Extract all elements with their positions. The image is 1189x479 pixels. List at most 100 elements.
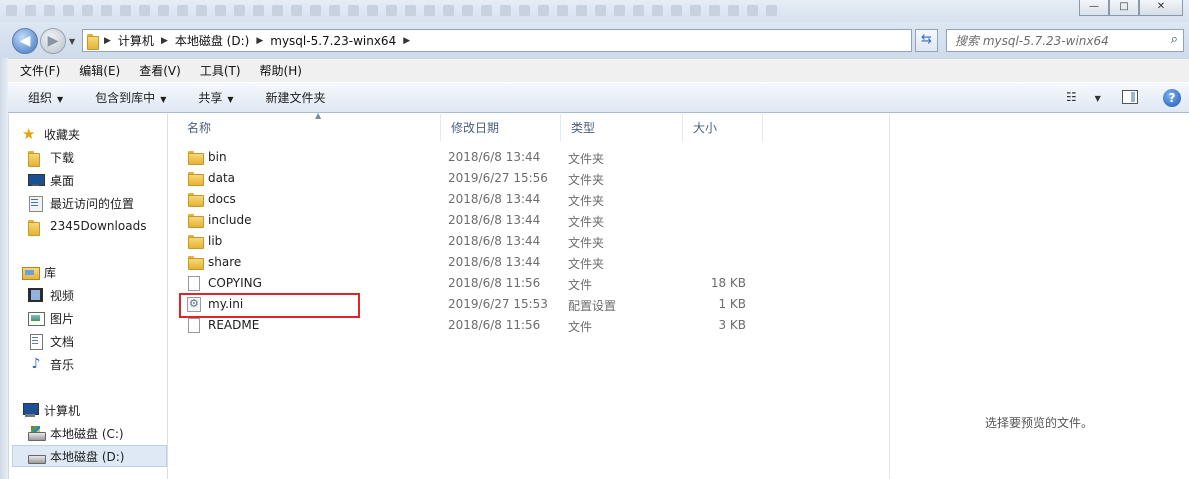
- menu-tools[interactable]: 工具(T): [188, 62, 248, 79]
- organize-button[interactable]: 组织 ▼: [8, 89, 75, 106]
- help-button[interactable]: ?: [1163, 89, 1181, 107]
- sidebar-label: 2345Downloads: [50, 219, 147, 233]
- menu-edit[interactable]: 编辑(E): [67, 62, 127, 79]
- picture-icon: [28, 311, 45, 326]
- column-header-name[interactable]: ▲ 名称: [177, 111, 441, 141]
- computer-icon: [22, 403, 39, 417]
- sidebar-item-music[interactable]: ♪ 音乐: [28, 353, 186, 375]
- sidebar-label: 图片: [50, 311, 75, 326]
- organize-label: 组织: [28, 91, 53, 105]
- file-name: COPYING: [208, 276, 262, 290]
- sidebar-item-desktop[interactable]: 桌面: [28, 169, 186, 191]
- file-row-docs[interactable]: docs 2018/6/8 13:44 文件夹: [177, 189, 762, 210]
- file-row-data[interactable]: data 2019/6/27 15:56 文件夹: [177, 168, 762, 189]
- file-type: 文件: [568, 278, 593, 292]
- column-header-size[interactable]: 大小: [683, 114, 763, 141]
- file-row-readme[interactable]: README 2018/6/8 11:56 文件 3 KB: [177, 315, 762, 336]
- share-label: 共享: [198, 91, 223, 105]
- breadcrumb-arrow-icon[interactable]: ▶: [161, 36, 168, 46]
- file-date: 2018/6/8 13:44: [448, 255, 541, 269]
- column-header-date[interactable]: 修改日期: [441, 114, 561, 141]
- file-row-copying[interactable]: COPYING 2018/6/8 11:56 文件 18 KB: [177, 273, 762, 294]
- chevron-down-icon: ▼: [57, 95, 64, 104]
- downloads-folder-icon: [28, 150, 44, 167]
- view-options-button[interactable]: ☷ ▼: [1066, 90, 1101, 104]
- file-row-lib[interactable]: lib 2018/6/8 13:44 文件夹: [177, 231, 762, 252]
- address-bar[interactable]: ▶ 计算机 ▶ 本地磁盘 (D:) ▶ mysql-5.7.23-winx64 …: [82, 29, 912, 52]
- new-folder-button[interactable]: 新建文件夹: [246, 89, 338, 106]
- chevron-down-icon: ▼: [227, 95, 234, 104]
- menu-bar: 文件(F) 编辑(E) 查看(V) 工具(T) 帮助(H): [8, 58, 1189, 82]
- folder-icon: [188, 150, 204, 165]
- menu-help[interactable]: 帮助(H): [248, 62, 309, 79]
- close-button[interactable]: ✕: [1139, 0, 1183, 16]
- file-row-bin[interactable]: bin 2018/6/8 13:44 文件夹: [177, 147, 762, 168]
- system-drive-icon: [28, 426, 46, 441]
- refresh-button[interactable]: ⇆: [915, 29, 938, 52]
- sidebar-item-documents[interactable]: 文档: [28, 330, 186, 352]
- preview-pane-toggle-button[interactable]: [1122, 90, 1138, 104]
- breadcrumb-arrow-icon[interactable]: ▶: [104, 36, 111, 46]
- search-icon[interactable]: ⌕: [1171, 32, 1178, 47]
- share-button[interactable]: 共享 ▼: [178, 89, 245, 106]
- breadcrumb-drive-d[interactable]: 本地磁盘 (D:): [175, 32, 249, 49]
- refresh-icon: ⇆: [921, 32, 932, 47]
- document-icon: [28, 334, 44, 350]
- new-folder-label: 新建文件夹: [265, 91, 326, 105]
- file-type: 文件夹: [568, 236, 605, 250]
- file-name: share: [208, 255, 242, 269]
- file-type: 文件夹: [568, 152, 605, 166]
- menu-view[interactable]: 查看(V): [127, 62, 188, 79]
- music-note-icon: ♪: [31, 356, 41, 372]
- sidebar-item-drive-c[interactable]: 本地磁盘 (C:): [28, 422, 166, 444]
- file-type: 文件夹: [568, 257, 605, 271]
- column-label: 大小: [693, 121, 718, 135]
- sidebar-item-videos[interactable]: 视频: [28, 284, 186, 306]
- column-label: 名称: [187, 121, 212, 135]
- breadcrumb-computer[interactable]: 计算机: [118, 32, 154, 49]
- file-size: 3 KB: [718, 318, 746, 332]
- column-header-type[interactable]: 类型: [561, 114, 683, 141]
- file-row-share[interactable]: share 2018/6/8 13:44 文件夹: [177, 252, 762, 273]
- folder-icon: [188, 255, 204, 270]
- include-in-library-button[interactable]: 包含到库中 ▼: [75, 89, 178, 106]
- back-button[interactable]: ◀: [12, 28, 38, 54]
- recent-pages-dropdown-icon[interactable]: ▼: [69, 37, 75, 46]
- file-row-include[interactable]: include 2018/6/8 13:44 文件夹: [177, 210, 762, 231]
- sidebar-item-2345downloads[interactable]: 2345Downloads: [28, 215, 186, 237]
- title-bar-ghost-icons: [6, 5, 777, 16]
- folder-icon: [87, 33, 99, 50]
- file-icon: [188, 318, 200, 333]
- library-icon: [22, 265, 40, 280]
- sidebar-label: 本地磁盘 (C:): [50, 426, 124, 441]
- file-icon: [188, 276, 200, 291]
- sidebar-item-recent-places[interactable]: 最近访问的位置: [28, 192, 186, 214]
- breadcrumb-arrow-icon[interactable]: ▶: [256, 36, 263, 46]
- command-bar: 组织 ▼ 包含到库中 ▼ 共享 ▼ 新建文件夹 ☷ ▼ ?: [8, 82, 1189, 113]
- file-date: 2018/6/8 11:56: [448, 318, 541, 332]
- file-date: 2018/6/8 13:44: [448, 213, 541, 227]
- breadcrumb-mysql-folder[interactable]: mysql-5.7.23-winx64: [270, 34, 396, 48]
- minimize-button[interactable]: —: [1079, 0, 1109, 16]
- breadcrumb-arrow-icon[interactable]: ▶: [403, 36, 410, 46]
- forward-button[interactable]: ▶: [40, 28, 66, 54]
- file-date: 2019/6/27 15:56: [448, 171, 548, 185]
- file-date: 2019/6/27 15:53: [448, 297, 548, 311]
- sidebar-item-favorites[interactable]: ★ 收藏夹: [10, 123, 168, 145]
- video-icon: [28, 288, 44, 302]
- sidebar-item-libraries[interactable]: 库: [10, 261, 168, 283]
- sidebar-item-computer[interactable]: 计算机: [10, 399, 168, 421]
- sidebar-item-drive-d[interactable]: 本地磁盘 (D:): [12, 445, 167, 467]
- maximize-button[interactable]: □: [1109, 0, 1139, 16]
- menu-file[interactable]: 文件(F): [8, 62, 67, 79]
- search-input[interactable]: 搜索 mysql-5.7.23-winx64 ⌕: [946, 29, 1184, 52]
- file-type: 配置设置: [568, 299, 617, 313]
- preview-pane: 选择要预览的文件。: [889, 114, 1189, 479]
- sidebar-item-downloads[interactable]: 下载: [28, 146, 186, 168]
- file-size: 18 KB: [710, 276, 746, 290]
- folder-icon: [188, 213, 204, 228]
- sidebar-item-pictures[interactable]: 图片: [28, 307, 186, 329]
- chevron-down-icon: ▼: [160, 95, 167, 104]
- file-date: 2018/6/8 11:56: [448, 276, 541, 290]
- title-bar: — □ ✕: [0, 0, 1189, 22]
